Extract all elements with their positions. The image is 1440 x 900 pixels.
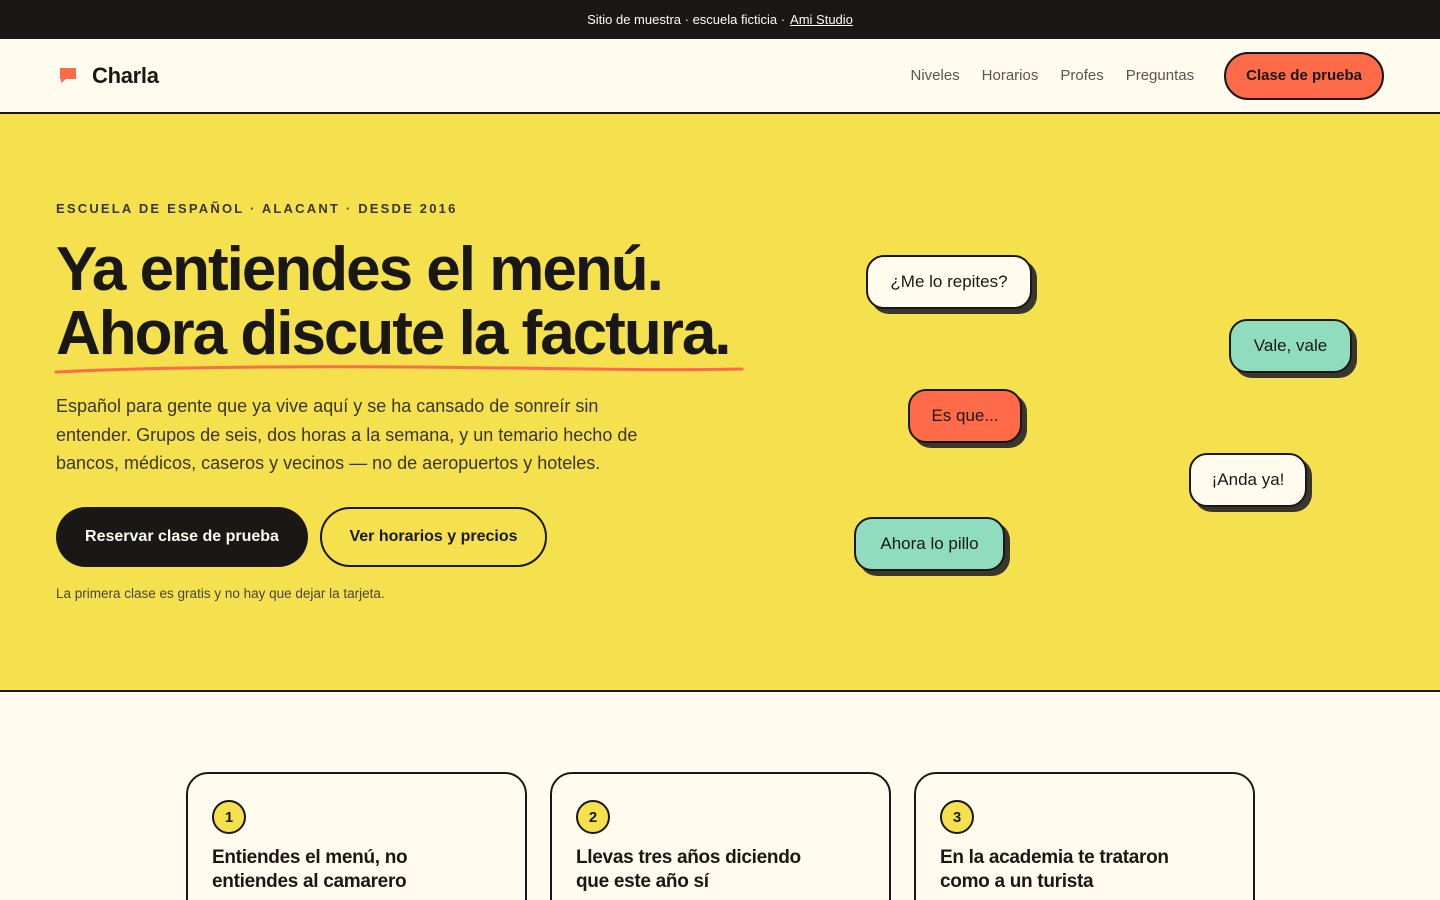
- problem-card: 3 En la academia te trataron como a un t…: [914, 772, 1255, 900]
- headline-line-1: Ya entiendes el menú.: [56, 235, 664, 304]
- trial-class-button[interactable]: Clase de prueba: [1224, 51, 1384, 100]
- hero-description: Español para gente que ya vive aquí y se…: [56, 396, 638, 473]
- step-number: 1: [212, 800, 246, 834]
- problem-card: 2 Llevas tres años diciendo que este año…: [550, 772, 891, 900]
- hero-section: ESCUELA DE ESPAÑOL · ALACANT · DESDE 201…: [0, 114, 1440, 692]
- nav-link-preguntas[interactable]: Preguntas: [1126, 67, 1194, 84]
- headline-underline: [54, 365, 744, 374]
- speech-bubble: ¿Me lo repites?: [866, 255, 1032, 309]
- site-header: Charla Niveles Horarios Profes Preguntas…: [0, 39, 1440, 114]
- step-number: 2: [576, 800, 610, 834]
- chat-bubble-icon: [60, 67, 76, 83]
- brand-name: Charla: [92, 62, 159, 88]
- main-nav: Niveles Horarios Profes Preguntas Clase …: [910, 51, 1384, 100]
- schedules-prices-button[interactable]: Ver horarios y precios: [320, 507, 547, 567]
- step-number: 3: [940, 800, 974, 834]
- hero-eyebrow: ESCUELA DE ESPAÑOL · ALACANT · DESDE 201…: [56, 201, 458, 216]
- headline-line-2: Ahora discute la factura.: [56, 299, 732, 368]
- card-title: Entiendes el menú, no entiendes al camar…: [212, 847, 408, 892]
- speech-bubble: Vale, vale: [1229, 319, 1352, 373]
- problem-card: 1 Entiendes el menú, no entiendes al cam…: [186, 772, 527, 900]
- hero-note: La primera clase es gratis y no hay que …: [56, 586, 385, 601]
- speech-bubble: ¡Anda ya!: [1189, 453, 1307, 507]
- speech-bubble: Es que...: [908, 389, 1022, 443]
- top-banner: Sitio de muestra · escuela ficticia · Am…: [0, 0, 1440, 39]
- problems-section: 1 Entiendes el menú, no entiendes al cam…: [186, 772, 1255, 900]
- nav-link-horarios[interactable]: Horarios: [982, 67, 1039, 84]
- hero-headline: Ya entiendes el menú. Ahora discute la f…: [56, 235, 732, 368]
- speech-bubble: Ahora lo pillo: [854, 517, 1005, 571]
- brand[interactable]: Charla: [58, 63, 159, 89]
- banner-link[interactable]: Ami Studio: [790, 12, 853, 27]
- card-title: En la academia te trataron como a un tur…: [940, 847, 1169, 892]
- nav-link-niveles[interactable]: Niveles: [910, 67, 959, 84]
- card-title: Llevas tres años diciendo que este año s…: [576, 847, 801, 892]
- book-trial-button[interactable]: Reservar clase de prueba: [56, 507, 308, 567]
- banner-text: Sitio de muestra · escuela ficticia ·: [587, 12, 786, 27]
- nav-link-profes[interactable]: Profes: [1060, 67, 1103, 84]
